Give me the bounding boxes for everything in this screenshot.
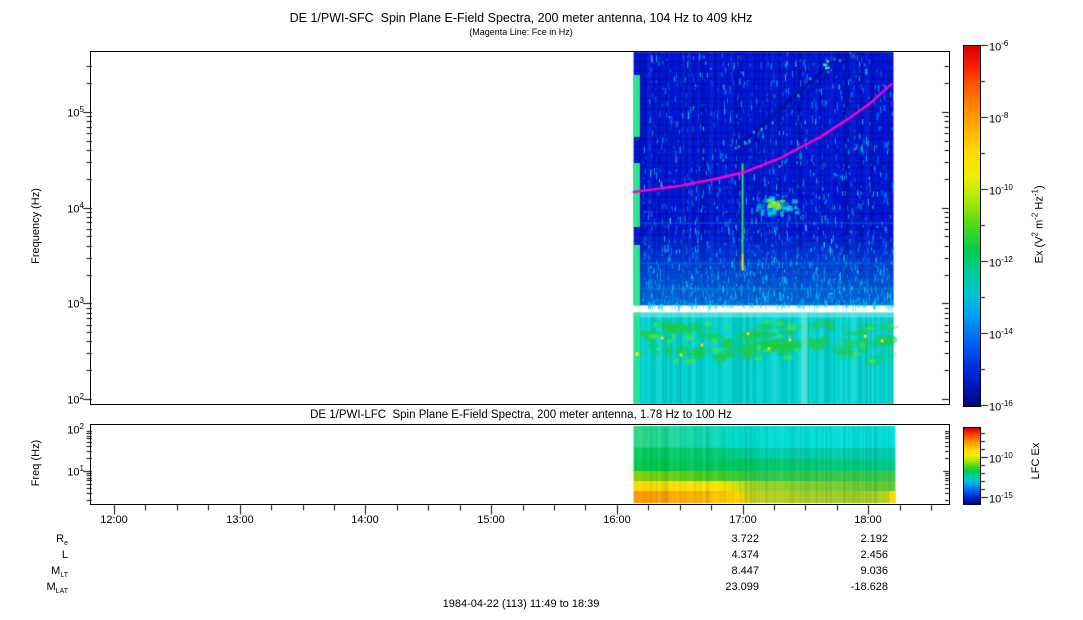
lfc-colorbar-label: LFC Ex (1030, 442, 1042, 480)
x-tick-label: 17:00 (729, 514, 757, 526)
lfc-y-tick-label: 102 (67, 422, 84, 437)
sfc-colorbar (963, 45, 981, 407)
sfc-colorbar-tick-label: 10-8 (989, 111, 1009, 126)
ephemeris-value-18: 9.036 (860, 565, 888, 577)
x-tick-label: 14:00 (351, 514, 379, 526)
x-tick-label: 12:00 (100, 514, 128, 526)
ephemeris-row-label: L (61, 549, 68, 561)
ephemeris-value-18: 2.192 (860, 533, 888, 545)
ephemeris-value-17: 4.374 (731, 549, 759, 561)
ephemeris-value-18: -18.628 (850, 581, 888, 593)
sfc-colorbar-tick-label: 10-10 (989, 183, 1013, 198)
ephemeris-value-18: 2.456 (860, 549, 888, 561)
sfc-colorbar-tick-label: 10-16 (989, 399, 1013, 414)
sfc-colorbar-tick-label: 10-12 (989, 255, 1013, 270)
spectrogram-page: DE 1/PWI-SFC Spin Plane E-Field Spectra,… (0, 0, 1083, 620)
sfc-subtitle: (Magenta Line: Fce in Hz) (469, 27, 573, 37)
x-tick-label: 18:00 (854, 514, 882, 526)
ephemeris-row-label: Re (56, 533, 68, 548)
lfc-colorbar (963, 427, 981, 505)
sfc-title: DE 1/PWI-SFC Spin Plane E-Field Spectra,… (289, 11, 753, 25)
x-tick-label: 15:00 (477, 514, 505, 526)
ephemeris-row-label: MLAT (46, 581, 69, 596)
ephemeris-value-17: 3.722 (731, 533, 759, 545)
sfc-y-tick-label: 102 (67, 392, 84, 407)
x-tick-label: 13:00 (226, 514, 254, 526)
sfc-y-tick-label: 105 (67, 105, 84, 120)
lfc-y-tick-label: 101 (67, 464, 84, 479)
ephemeris-value-17: 8.447 (731, 565, 759, 577)
sfc-colorbar-tick-label: 10-6 (989, 39, 1009, 54)
spectrogram-canvas (0, 0, 1083, 620)
ephemeris-value-17: 23.099 (725, 581, 759, 593)
sfc-y-axis-label: Frequency (Hz) (30, 188, 42, 264)
x-tick-label: 16:00 (603, 514, 631, 526)
sfc-colorbar-tick-label: 10-14 (989, 327, 1013, 342)
lfc-title: DE 1/PWI-LFC Spin Plane E-Field Spectra,… (310, 409, 732, 421)
lfc-colorbar-tick-label: 10-10 (989, 451, 1013, 466)
lfc-colorbar-tick-label: 10-15 (989, 491, 1013, 506)
date-range-label: 1984-04-22 (113) 11:49 to 18:39 (442, 598, 600, 610)
sfc-y-tick-label: 103 (67, 296, 84, 311)
sfc-y-tick-label: 104 (67, 201, 84, 216)
sfc-colorbar-label: Ex (V2 m-2 Hz-1) (1030, 185, 1046, 264)
ephemeris-row-label: MLT (51, 565, 68, 580)
